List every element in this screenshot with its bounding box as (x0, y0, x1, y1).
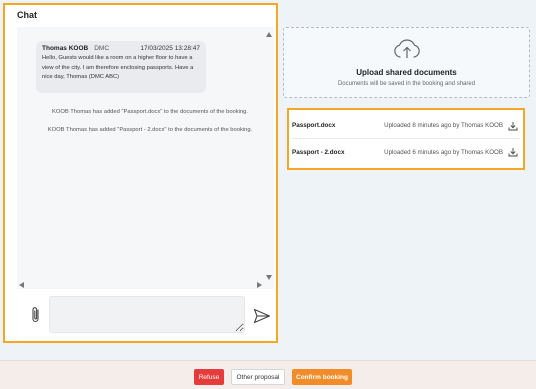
system-note: KOOB Thomas has added "Passport.docx" to… (51, 109, 249, 115)
upload-dropzone[interactable]: Upload shared documents Documents will b… (283, 27, 530, 98)
document-name[interactable]: Passport - 2.docx (292, 149, 345, 156)
refuse-button[interactable]: Refuse (194, 369, 224, 385)
cloud-upload-icon (394, 39, 420, 58)
chat-panel: Chat Thomas KOOB DMC 17/03/2025 13:28:47… (3, 3, 278, 343)
message-timestamp: 17/03/2025 13:28:47 (140, 45, 200, 52)
message-input[interactable] (49, 296, 245, 333)
action-footer: Refuse Other proposal Confirm booking (0, 360, 536, 389)
scroll-left-arrow[interactable] (19, 282, 24, 288)
other-proposal-button[interactable]: Other proposal (231, 369, 285, 385)
document-row: Passport.docx Uploaded 8 minutes ago by … (292, 113, 520, 139)
chat-messages-area[interactable]: Thomas KOOB DMC 17/03/2025 13:28:47 Hell… (17, 27, 274, 289)
paperclip-icon[interactable] (29, 306, 43, 324)
system-note: KOOB Thomas has added "Passport - 2.docx… (47, 127, 253, 133)
message-text: Hello, Guests would like a room on a hig… (42, 55, 194, 80)
message-role: DMC (94, 45, 110, 52)
download-icon[interactable] (508, 147, 518, 157)
document-name[interactable]: Passport.docx (292, 122, 335, 129)
download-icon[interactable] (508, 121, 518, 131)
document-row: Passport - 2.docx Uploaded 6 minutes ago… (292, 139, 520, 165)
chat-message: Thomas KOOB DMC 17/03/2025 13:28:47 Hell… (36, 41, 206, 93)
upload-subtitle: Documents will be saved in the booking a… (337, 81, 476, 87)
scroll-up-arrow[interactable] (266, 32, 272, 37)
message-author: Thomas KOOB (42, 45, 89, 52)
scroll-right-arrow[interactable] (257, 282, 262, 288)
send-icon[interactable] (253, 308, 271, 324)
confirm-booking-button[interactable]: Confirm booking (292, 369, 352, 385)
scroll-down-arrow[interactable] (266, 275, 272, 280)
upload-title: Upload shared documents (356, 68, 457, 77)
document-meta: Uploaded 6 minutes ago by Thomas KOOB (384, 148, 503, 156)
chat-title: Chat (17, 10, 37, 20)
document-meta: Uploaded 8 minutes ago by Thomas KOOB (384, 122, 503, 129)
documents-list: Passport.docx Uploaded 8 minutes ago by … (287, 108, 525, 170)
